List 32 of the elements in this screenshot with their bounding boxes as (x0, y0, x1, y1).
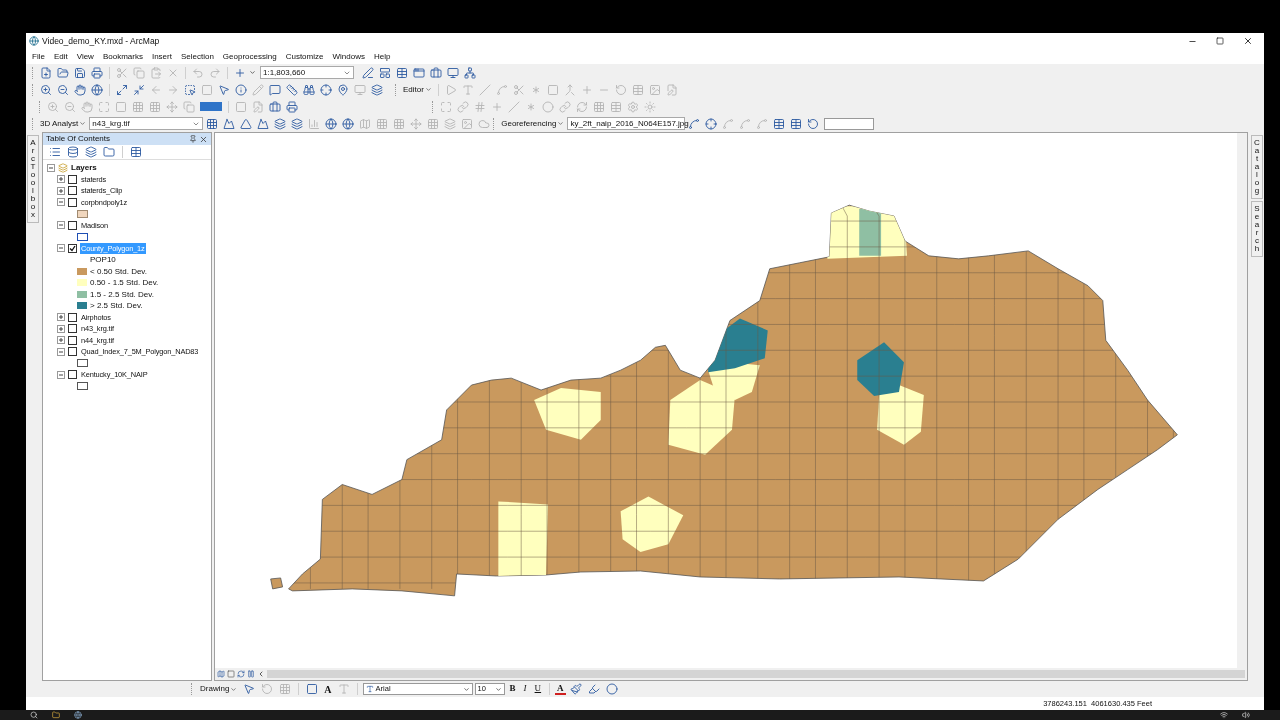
georeferencing-menu[interactable]: Georeferencing (499, 117, 567, 130)
legend-label: > 2.5 Std. Dev. (90, 300, 143, 312)
side-tab[interactable]: ArcToolbox (27, 135, 39, 223)
menu-item[interactable]: File (32, 50, 45, 63)
menu-item[interactable]: Selection (180, 50, 214, 63)
data-frame-name[interactable]: Layers (71, 162, 97, 174)
bold-button[interactable]: B (506, 682, 519, 696)
menu-item[interactable]: Insert (151, 50, 172, 63)
analyst-menu[interactable]: 3D Analyst (38, 117, 89, 130)
side-tab[interactable]: Catalog (1251, 135, 1263, 199)
text-tool[interactable]: A (322, 681, 334, 697)
menu-item[interactable]: Geoprocessing (222, 50, 277, 63)
layer-dropdown[interactable]: n43_krg.tif (89, 117, 204, 130)
panel-title: Table Of Contents (46, 133, 112, 145)
field-name: POP10 (89, 254, 117, 266)
italic-button[interactable]: I (520, 682, 530, 696)
font-color-button[interactable]: A (555, 683, 566, 695)
scale-field[interactable]: 1:1,803,660 (260, 66, 354, 79)
menu-item[interactable]: Help (373, 50, 391, 63)
menu-item[interactable]: Bookmarks (102, 50, 143, 63)
side-tab[interactable]: Search (1251, 201, 1263, 257)
menu-item[interactable]: View (76, 50, 94, 63)
menu-item[interactable]: Windows (332, 50, 365, 63)
window-title: Video_demo_KY.mxd - ArcMap (42, 34, 161, 48)
underline-button[interactable]: U (531, 682, 545, 696)
menu-item[interactable]: Edit (53, 50, 68, 63)
menu-item[interactable]: Customize (285, 50, 324, 63)
legend-label: < 0.50 Std. Dev. (90, 265, 147, 277)
editor-menu[interactable]: Editor (401, 83, 434, 96)
drawing-menu[interactable]: Drawing (198, 683, 240, 695)
legend-label: 0.50 - 1.5 Std. Dev. (90, 277, 159, 289)
legend-label: 1.5 - 2.5 Std. Dev. (90, 288, 154, 300)
